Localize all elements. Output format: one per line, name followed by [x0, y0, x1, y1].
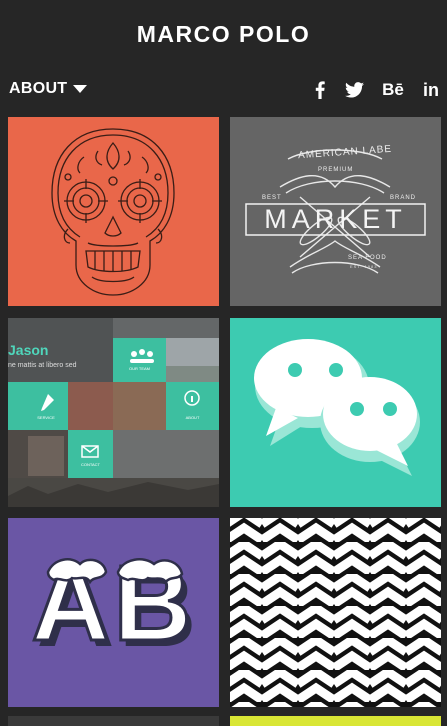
website-contact-label: CONTACT — [80, 462, 101, 467]
zigzag-pattern-icon — [230, 518, 441, 707]
portfolio-item-market[interactable]: AMERICAN LABE PREMIUM BEST BRAND MARKET … — [230, 117, 441, 306]
facebook-icon — [315, 81, 325, 99]
website-about-label: ABOUT — [185, 415, 200, 420]
linkedin-link[interactable]: in — [420, 79, 442, 101]
snow-cap-icon — [46, 558, 184, 585]
chat-bubbles-icon — [254, 339, 420, 476]
portfolio-item-zigzag[interactable] — [230, 518, 441, 707]
market-seafood-text: SEA FOOD — [348, 255, 387, 261]
nav-bar: ABOUT Bē in — [0, 76, 447, 104]
portfolio-item-ab[interactable]: AB — [8, 518, 219, 707]
website-service-label: SERVICE — [37, 415, 55, 420]
portfolio-item-chat[interactable] — [230, 318, 441, 507]
sugar-skull-icon — [51, 128, 175, 296]
website-tagline-text: ne mattis at libero sed — [8, 362, 77, 369]
site-title[interactable]: MARCO POLO — [137, 21, 310, 48]
website-brand-text: Jason — [8, 342, 49, 358]
linkedin-icon: in — [423, 79, 439, 100]
about-label: ABOUT — [9, 80, 68, 97]
portfolio-item-next-left[interactable] — [8, 716, 219, 726]
facebook-link[interactable] — [312, 79, 328, 101]
market-best-text: BEST — [262, 195, 282, 201]
website-team-label: OUR TEAM — [128, 366, 151, 371]
portfolio-item-sugar-skull[interactable] — [8, 117, 219, 306]
site-header: MARCO POLO — [0, 0, 447, 70]
caret-down-icon — [73, 85, 88, 93]
twitter-link[interactable] — [343, 79, 365, 101]
market-premium-text: PREMIUM — [318, 167, 354, 173]
market-est-text: EST. 1983 — [350, 264, 378, 269]
market-title-text: MARKET — [264, 204, 407, 234]
behance-icon: Bē — [382, 80, 404, 99]
market-brand-text: BRAND — [390, 195, 417, 201]
behance-link[interactable]: Bē — [380, 79, 406, 101]
about-menu-button[interactable]: ABOUT — [9, 80, 88, 98]
portfolio-item-next-right[interactable] — [230, 716, 441, 726]
twitter-icon — [344, 82, 364, 98]
portfolio-item-website[interactable]: Jason ne mattis at libero sed OUR TEAM S… — [8, 318, 219, 507]
